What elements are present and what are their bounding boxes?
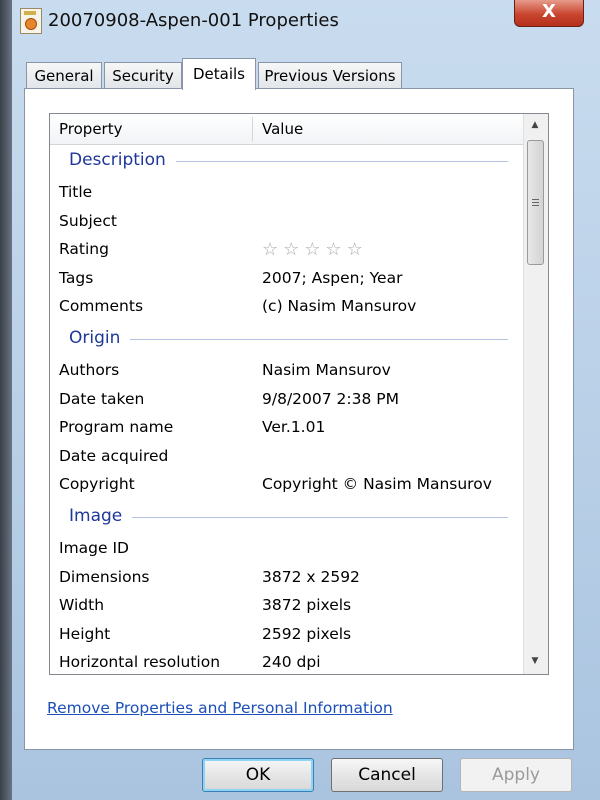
- column-header-value[interactable]: Value: [262, 120, 303, 138]
- section-title: Image: [69, 505, 133, 526]
- section-divider: [69, 338, 508, 340]
- property-rows: Description Title Subject Rating ☆ ☆ ☆ ☆ ☆ T…: [50, 144, 524, 674]
- property-name: Width: [59, 596, 105, 615]
- property-value[interactable]: 9/8/2007 2:38 PM: [262, 390, 399, 408]
- apply-button[interactable]: Apply: [460, 758, 572, 792]
- ok-button[interactable]: OK: [202, 758, 314, 792]
- property-row-tags[interactable]: Tags 2007; Aspen; Year: [50, 265, 524, 294]
- property-row-authors[interactable]: Authors Nasim Mansurov: [50, 357, 524, 386]
- property-name: Rating: [59, 240, 109, 259]
- title-bar[interactable]: 20070908-Aspen-001 Properties X: [12, 0, 600, 42]
- tab-strip: General Security Details Previous Versio…: [26, 58, 600, 90]
- section-header-origin: Origin: [50, 322, 524, 357]
- property-name: Tags: [59, 268, 94, 287]
- tab-security[interactable]: Security: [104, 62, 182, 88]
- section-header-description: Description: [50, 144, 524, 179]
- section-title: Description: [69, 150, 176, 170]
- property-row-subject[interactable]: Subject: [50, 208, 524, 237]
- cancel-button[interactable]: Cancel: [331, 758, 443, 792]
- section-title: Origin: [69, 327, 131, 348]
- column-header-property[interactable]: Property: [59, 120, 122, 138]
- property-name: Date taken: [59, 389, 145, 408]
- section-header-image: Image: [50, 500, 524, 535]
- property-row-title[interactable]: Title: [50, 179, 524, 208]
- property-row-program-name[interactable]: Program name Ver.1.01: [50, 414, 524, 443]
- property-name: Title: [59, 183, 93, 201]
- star-icon[interactable]: ☆: [262, 239, 278, 260]
- property-name: Image ID: [59, 538, 129, 557]
- tab-general[interactable]: General: [26, 62, 102, 88]
- desktop-background: [0, 0, 12, 800]
- property-list[interactable]: Property Value Description Title Subject…: [49, 113, 549, 675]
- property-row-horizontal-resolution[interactable]: Horizontal resolution 240 dpi: [50, 649, 524, 674]
- property-name: Horizontal resolution: [59, 653, 221, 672]
- section-divider: [69, 516, 508, 518]
- star-icon[interactable]: ☆: [347, 239, 363, 260]
- grip-icon: [532, 199, 539, 200]
- details-panel: Property Value Description Title Subject…: [24, 88, 574, 750]
- remove-properties-link[interactable]: Remove Properties and Personal Informati…: [47, 699, 393, 717]
- property-value[interactable]: 3872 pixels: [262, 596, 351, 614]
- property-row-width[interactable]: Width 3872 pixels: [50, 592, 524, 621]
- rating-stars[interactable]: ☆ ☆ ☆ ☆ ☆: [262, 239, 368, 260]
- scroll-down-arrow-icon[interactable]: ▼: [528, 656, 542, 668]
- property-row-dimensions[interactable]: Dimensions 3872 x 2592: [50, 564, 524, 593]
- property-name: Comments: [59, 297, 144, 316]
- vertical-scrollbar[interactable]: ▲ ▼: [523, 114, 548, 674]
- star-icon[interactable]: ☆: [325, 239, 341, 260]
- scrollbar-thumb[interactable]: [527, 140, 544, 265]
- property-value[interactable]: Copyright © Nasim Mansurov: [262, 475, 492, 493]
- property-row-height[interactable]: Height 2592 pixels: [50, 621, 524, 650]
- property-value[interactable]: 2592 pixels: [262, 625, 351, 643]
- scroll-up-arrow-icon[interactable]: ▲: [528, 120, 542, 132]
- star-icon[interactable]: ☆: [304, 239, 320, 260]
- property-value[interactable]: Nasim Mansurov: [262, 361, 391, 379]
- column-divider[interactable]: [252, 117, 253, 142]
- property-name: Dimensions: [59, 567, 150, 586]
- property-row-rating[interactable]: Rating ☆ ☆ ☆ ☆ ☆: [50, 236, 524, 265]
- window-title: 20070908-Aspen-001 Properties: [48, 10, 339, 31]
- property-name: Date acquired: [59, 446, 169, 465]
- property-row-comments[interactable]: Comments (c) Nasim Mansurov: [50, 293, 524, 322]
- property-name: Program name: [59, 418, 174, 437]
- property-value[interactable]: 3872 x 2592: [262, 568, 360, 586]
- property-row-copyright[interactable]: Copyright Copyright © Nasim Mansurov: [50, 471, 524, 500]
- property-row-date-acquired[interactable]: Date acquired: [50, 443, 524, 472]
- property-name: Subject: [59, 211, 117, 230]
- property-name: Height: [59, 624, 111, 643]
- close-button[interactable]: X: [514, 0, 584, 27]
- property-value[interactable]: 240 dpi: [262, 653, 321, 671]
- image-file-icon: [20, 8, 42, 34]
- star-icon[interactable]: ☆: [283, 239, 299, 260]
- property-value[interactable]: Ver.1.01: [262, 418, 325, 436]
- property-row-image-id[interactable]: Image ID: [50, 535, 524, 564]
- property-value[interactable]: (c) Nasim Mansurov: [262, 297, 416, 315]
- property-value[interactable]: 2007; Aspen; Year: [262, 269, 402, 287]
- tab-previous-versions[interactable]: Previous Versions: [258, 62, 402, 88]
- tab-details[interactable]: Details: [182, 58, 256, 90]
- property-row-date-taken[interactable]: Date taken 9/8/2007 2:38 PM: [50, 386, 524, 415]
- property-name: Copyright: [59, 475, 135, 494]
- property-name: Authors: [59, 360, 120, 379]
- list-header: Property Value: [50, 114, 524, 145]
